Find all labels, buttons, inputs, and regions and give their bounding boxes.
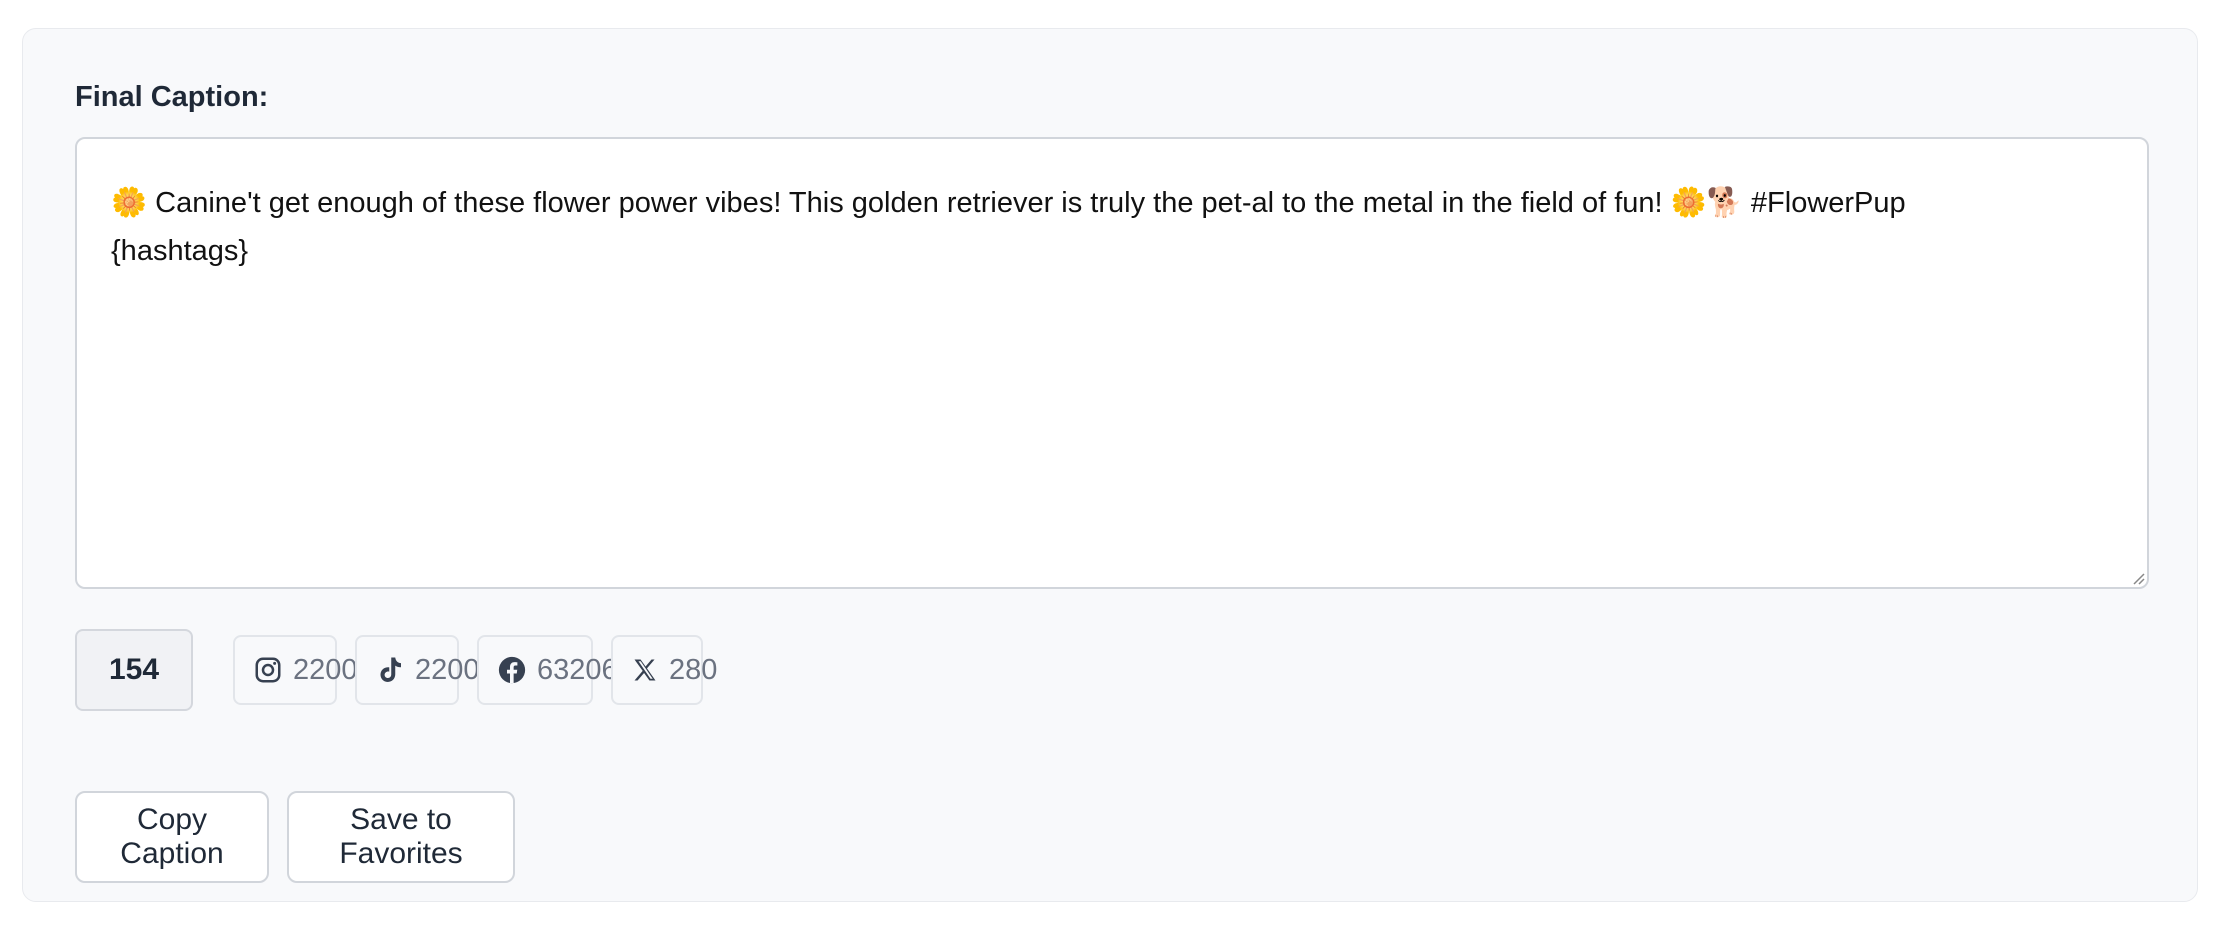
x-twitter-icon [634,659,656,681]
caption-panel: Final Caption: 🌼 Canine't get enough of … [22,28,2198,902]
caption-textarea[interactable]: 🌼 Canine't get enough of these flower po… [75,137,2149,589]
save-to-favorites-button[interactable]: Save to Favorites [287,791,515,883]
facebook-icon [498,656,526,684]
facebook-limit-value: 63206 [537,653,618,686]
instagram-limit-value: 2200 [293,653,358,686]
tiktok-limit: 2200 [355,635,480,705]
tiktok-limit-value: 2200 [415,653,480,686]
x-limit: 280 [611,635,717,705]
instagram-limit: 2200 [233,635,358,705]
x-limit-value: 280 [669,653,718,686]
instagram-icon [255,657,281,683]
facebook-limit: 63206 [477,635,618,705]
character-count-badge: 154 [75,629,193,711]
caption-label: Final Caption: [75,81,269,113]
copy-caption-button[interactable]: Copy Caption [75,791,269,883]
tiktok-icon [380,657,401,682]
resize-handle-icon[interactable] [2129,569,2145,585]
